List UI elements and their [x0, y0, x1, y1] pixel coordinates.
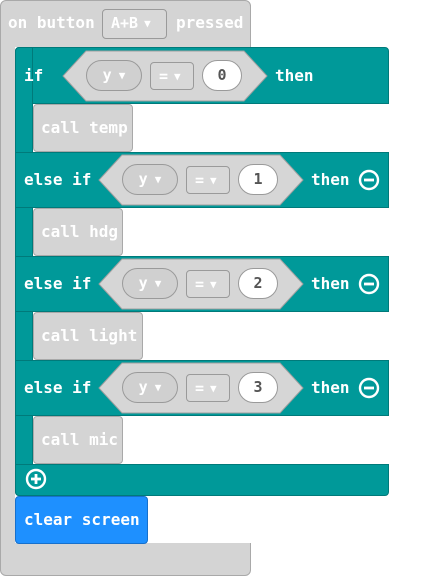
operator-dropdown-0[interactable]: = ▼	[150, 62, 194, 90]
plus-circle-icon[interactable]	[25, 468, 47, 490]
variable-dropdown-0[interactable]: y ▼	[86, 60, 142, 91]
chevron-down-icon: ▼	[118, 69, 126, 82]
call-label-3: call mic	[41, 430, 119, 449]
if-block-footer	[15, 464, 389, 496]
operator-dropdown-3[interactable]: = ▼	[186, 374, 230, 402]
button-dropdown-value: A+B	[111, 14, 139, 32]
then-label: then	[311, 378, 350, 397]
variable-dropdown-2[interactable]: y ▼	[122, 268, 178, 299]
call-label-1: call hdg	[41, 222, 119, 241]
minus-circle-icon[interactable]	[358, 273, 380, 295]
variable-dropdown-3[interactable]: y ▼	[122, 372, 178, 403]
then-label: then	[311, 170, 350, 189]
then-label: then	[275, 66, 314, 85]
value-input-3[interactable]: 3	[238, 372, 278, 403]
else-if-label: else if	[24, 170, 92, 189]
chevron-down-icon: ▼	[174, 70, 181, 83]
variable-dropdown-1[interactable]: y ▼	[122, 164, 178, 195]
event-prefix-label: on button	[8, 13, 95, 32]
minus-circle-icon[interactable]	[358, 169, 380, 191]
call-label-0: call temp	[41, 118, 128, 137]
chevron-down-icon: ▼	[154, 173, 162, 186]
event-suffix-label: pressed	[176, 13, 244, 32]
button-dropdown[interactable]: A+B ▼	[102, 9, 167, 39]
operator-dropdown-1[interactable]: = ▼	[186, 166, 230, 194]
value-input-0[interactable]: 0	[202, 60, 242, 91]
chevron-down-icon: ▼	[154, 381, 162, 394]
call-label-2: call light	[41, 326, 138, 345]
chevron-down-icon: ▼	[210, 382, 217, 395]
value-input-2[interactable]: 2	[238, 268, 278, 299]
minus-circle-icon[interactable]	[358, 377, 380, 399]
else-if-label: else if	[24, 378, 92, 397]
chevron-down-icon: ▼	[210, 174, 217, 187]
chevron-down-icon: ▼	[144, 17, 151, 30]
clear-screen-label: clear screen	[24, 510, 140, 529]
else-if-label: else if	[24, 274, 92, 293]
operator-dropdown-2[interactable]: = ▼	[186, 270, 230, 298]
chevron-down-icon: ▼	[154, 277, 162, 290]
if-label: if	[24, 66, 44, 85]
chevron-down-icon: ▼	[210, 278, 217, 291]
value-input-1[interactable]: 1	[238, 164, 278, 195]
then-label: then	[311, 274, 350, 293]
